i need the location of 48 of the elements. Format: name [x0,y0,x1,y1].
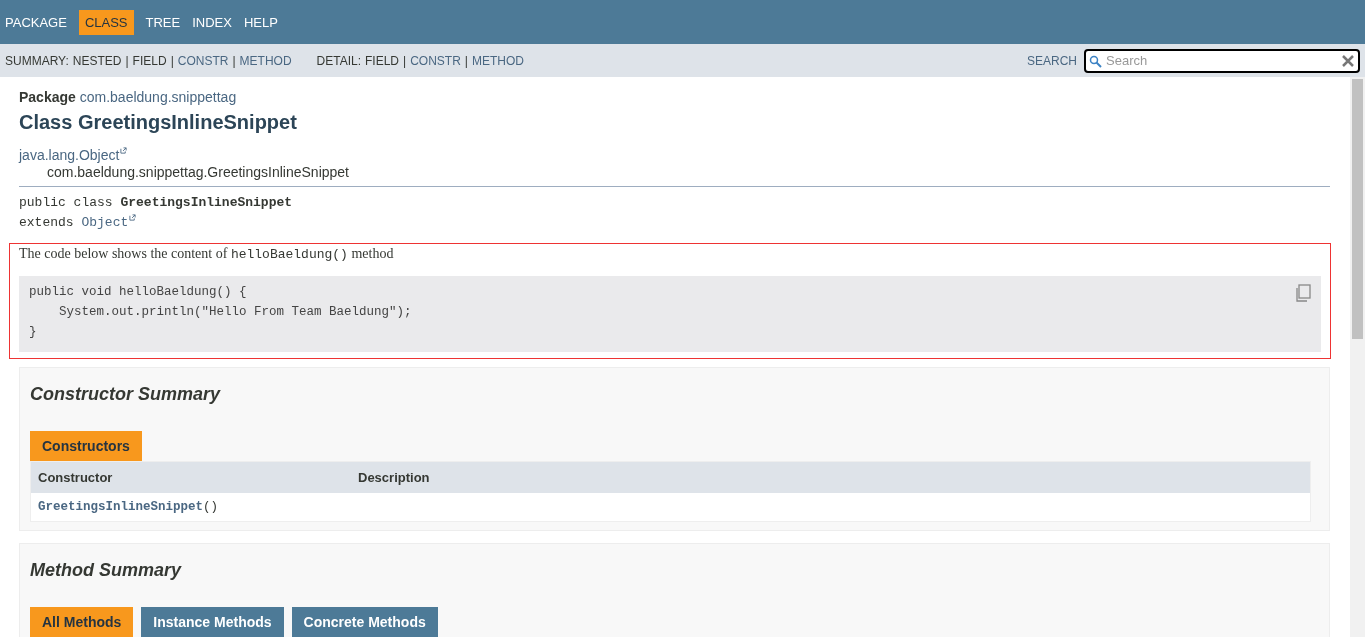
class-name: com.baeldung.snippettag.GreetingsInlineSnippet [46,164,350,180]
nav-tab[interactable]: HELP [243,14,278,30]
class-title: Class GreetingsInlineSnippet [19,111,298,134]
nav-tab[interactable]: TREE [145,14,181,30]
summary-text: FIELD [365,53,400,68]
table-tab[interactable]: Instance Methods [141,607,284,637]
section-title: Constructor Summary [30,384,222,405]
nav-tab[interactable]: INDEX [192,14,232,30]
search-icon [1089,54,1102,68]
parameter-parens: () [203,500,219,514]
nav-link[interactable]: CONSTR [177,53,229,68]
column-header: Description [351,462,1310,493]
search-field[interactable]: Search [1084,48,1360,73]
code-line: } [29,324,37,341]
copy-icon[interactable] [1295,284,1311,302]
close-icon[interactable] [1342,54,1354,67]
nav-link[interactable]: METHOD [471,53,524,68]
nav-link[interactable]: CONSTR [410,53,461,68]
search-label: SEARCH [1027,53,1077,68]
code-line: System.out.println("Hello From Team Baeldung"); [58,304,412,321]
description-text: The code below shows the content of helloBaeldung() method [19,246,395,262]
column-header: Constructor [31,462,351,493]
separator: | [464,53,468,68]
nav-tab[interactable]: CLASS [78,9,134,35]
nav-tab[interactable]: PACKAGE [5,14,67,30]
constructor-link[interactable]: GreetingsInlineSnippet [38,500,204,514]
summary-text: FIELD [132,53,167,68]
code-line: public void helloBaeldung() { [29,284,247,301]
separator: | [125,53,129,68]
nav-link[interactable]: METHOD [239,53,292,68]
section-title: Method Summary [30,560,183,581]
extends-keyword: extends [19,215,74,230]
summary-text: NESTED [72,53,122,68]
object-link[interactable]: Object [81,215,129,230]
table-tab[interactable]: All Methods [30,607,134,637]
separator: | [170,53,174,68]
external-link-icon [129,213,137,221]
parent-class-link[interactable]: java.lang.Object [19,147,120,163]
package-link[interactable]: com.baeldung.snippettag [79,89,237,105]
summary-label: DETAIL: [316,53,361,68]
table-tab[interactable]: Concrete Methods [291,607,438,637]
separator: | [403,53,407,68]
table-tab[interactable]: Constructors [30,431,142,461]
separator: | [232,53,236,68]
class-declaration: public class GreetingsInlineSnippet [19,194,294,212]
package-label: Package [19,89,76,105]
external-link-icon [120,146,128,154]
summary-label: SUMMARY: [5,53,69,68]
